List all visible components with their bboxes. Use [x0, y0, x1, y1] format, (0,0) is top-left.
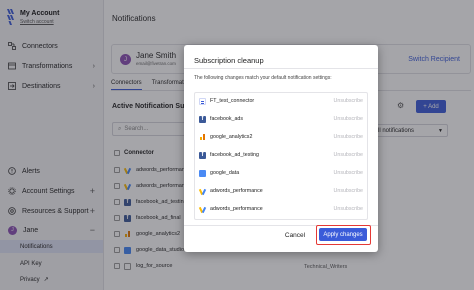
highlight-box: Apply changes: [316, 225, 371, 245]
list-item: google_analytics2 Unsubscribe: [199, 131, 365, 143]
connector-name: google_analytics2: [210, 134, 253, 140]
connector-name: adwords_performance: [210, 188, 263, 194]
divider: [184, 68, 378, 69]
dialog-description: The following changes match your default…: [194, 75, 332, 81]
unsubscribe-label: Unsubscribe: [333, 206, 363, 212]
changes-list: FT_test_connector Unsubscribe f facebook…: [194, 92, 368, 220]
list-item: adwords_performance Unsubscribe: [199, 185, 365, 197]
google-analytics-icon: [199, 133, 206, 141]
adwords-icon: [199, 187, 206, 195]
google-data-icon: [199, 169, 206, 177]
subscription-cleanup-dialog: Subscription cleanup The following chang…: [184, 45, 378, 252]
facebook-icon: f: [199, 115, 206, 123]
connector-name: facebook_ad_testing: [210, 152, 259, 158]
list-item: google_data Unsubscribe: [199, 167, 365, 179]
list-item: FT_test_connector Unsubscribe: [199, 95, 365, 107]
unsubscribe-label: Unsubscribe: [333, 134, 363, 140]
apply-changes-button[interactable]: Apply changes: [319, 228, 367, 241]
list-item: f facebook_ads Unsubscribe: [199, 113, 365, 125]
connector-name: facebook_ads: [210, 116, 243, 122]
adwords-icon: [199, 205, 206, 213]
unsubscribe-label: Unsubscribe: [333, 188, 363, 194]
list-item: adwords_performance Unsubscribe: [199, 203, 365, 215]
list-item: f facebook_ad_testing Unsubscribe: [199, 149, 365, 161]
dialog-title: Subscription cleanup: [194, 56, 264, 65]
unsubscribe-label: Unsubscribe: [333, 116, 363, 122]
fivetran-icon: [199, 97, 206, 105]
facebook-icon: f: [199, 151, 206, 159]
connector-name: FT_test_connector: [210, 98, 255, 104]
unsubscribe-label: Unsubscribe: [333, 152, 363, 158]
unsubscribe-label: Unsubscribe: [333, 98, 363, 104]
unsubscribe-label: Unsubscribe: [333, 170, 363, 176]
connector-name: google_data: [210, 170, 240, 176]
connector-name: adwords_performance: [210, 206, 263, 212]
cancel-button[interactable]: Cancel: [280, 228, 310, 242]
